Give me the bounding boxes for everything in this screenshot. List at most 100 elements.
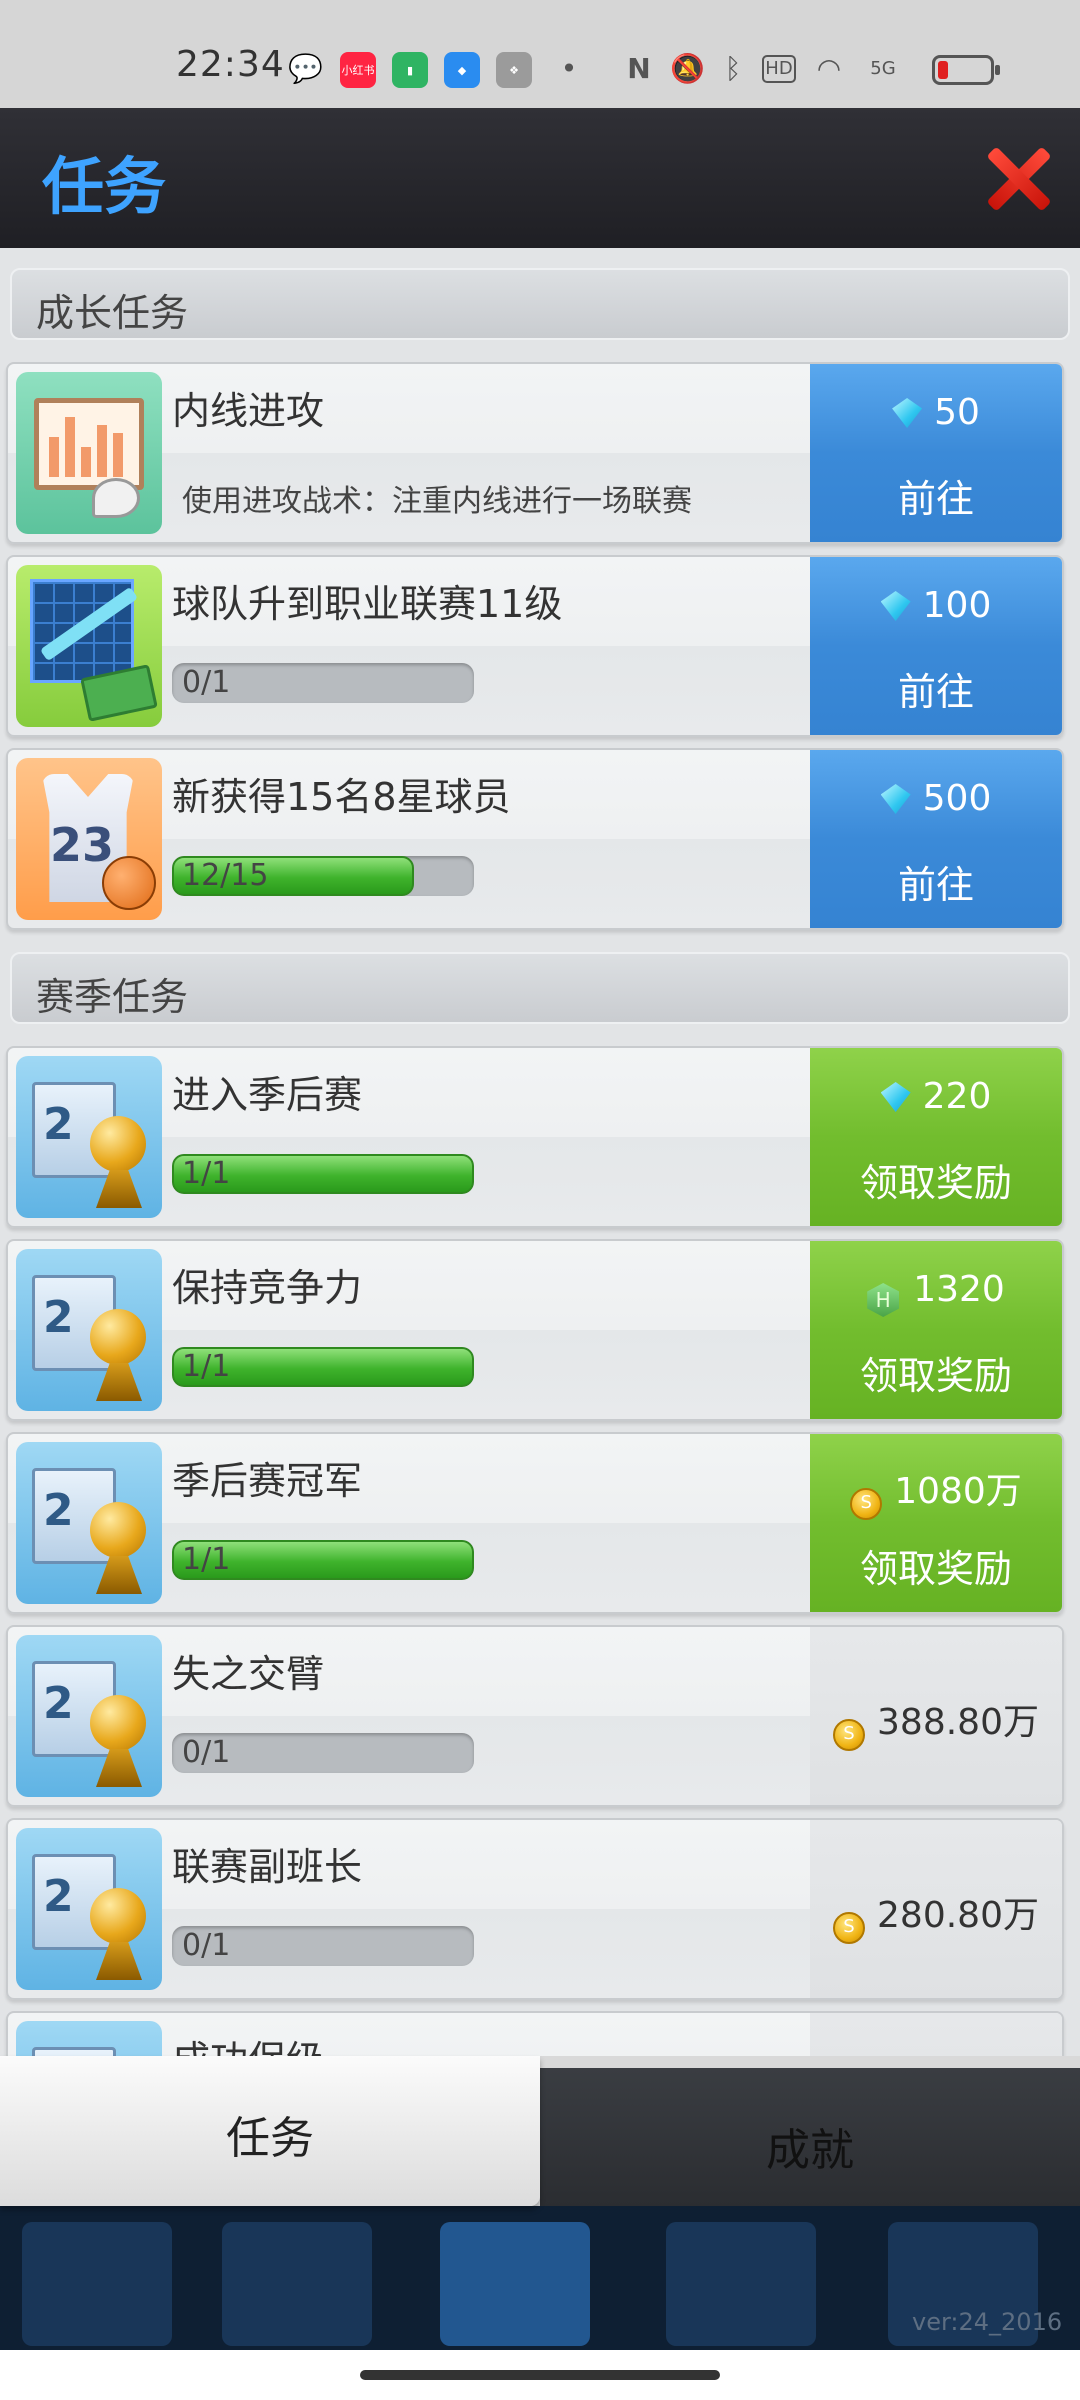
tab-tasks[interactable]: 任务 <box>0 2056 540 2206</box>
tab-achievements[interactable]: 成就 <box>540 2068 1080 2206</box>
status-time: 22:34 <box>176 44 285 85</box>
task-row: 2 成功保级 <box>6 2011 1064 2056</box>
task-title: 球队升到职业联赛11级 <box>172 582 563 626</box>
5g-signal-icon: 5G <box>870 58 896 79</box>
reward-button[interactable]: 500 前往 <box>810 750 1062 928</box>
close-x-icon[interactable] <box>982 144 1052 214</box>
version-label: ver:24_2016 <box>912 2308 1063 2336</box>
progress-bar: 12/15 <box>172 856 474 896</box>
coin-icon: S <box>833 1719 866 1751</box>
reward-amount-wrap: 50 <box>810 392 1062 433</box>
reward-amount: 1080万 <box>894 1471 1022 1512</box>
diamond-icon <box>892 398 923 428</box>
progress-bar: 1/1 <box>172 1347 474 1387</box>
progress-bar: 0/1 <box>172 663 474 703</box>
progress-bar: 1/1 <box>172 1540 474 1580</box>
task-row: 2 季后赛冠军 1/1 S 1080万 领取奖励 <box>6 1432 1064 1614</box>
trophy-icon: 2 <box>16 1056 162 1218</box>
reward-amount-wrap: 220 <box>810 1076 1062 1117</box>
reward-display: S 280.80万 <box>810 1820 1062 1998</box>
task-title: 新获得15名8星球员 <box>172 775 511 819</box>
progress-text: 0/1 <box>182 665 231 700</box>
tab-bar: 成就 任务 <box>0 2056 1080 2206</box>
trophy-icon: 2 <box>16 1249 162 1411</box>
section-title: 赛季任务 <box>36 975 189 1019</box>
claim-reward-button[interactable]: 220 领取奖励 <box>810 1048 1062 1226</box>
trophy-icon: 2 <box>16 2021 162 2056</box>
tactic-board-icon <box>16 372 162 534</box>
diamond-icon <box>880 1082 911 1112</box>
gesture-area <box>0 2350 1080 2400</box>
progress-text: 0/1 <box>182 1735 231 1770</box>
progress-bar: 0/1 <box>172 1926 474 1966</box>
claim-reward-button[interactable]: S 1080万 领取奖励 <box>810 1434 1062 1612</box>
nav-item <box>222 2222 372 2346</box>
progress-bar: 1/1 <box>172 1154 474 1194</box>
nav-item <box>666 2222 816 2346</box>
progress-text: 1/1 <box>182 1349 231 1384</box>
claim-button-label: 领取奖励 <box>859 1161 1012 1205</box>
reward-button[interactable]: 100 前往 <box>810 557 1062 735</box>
task-row: 2 失之交臂 0/1 S 388.80万 <box>6 1625 1064 1807</box>
xiaohongshu-icon: 小红书 <box>340 52 376 88</box>
reward-button[interactable]: 50 前往 <box>810 364 1062 542</box>
wechat-icon: 💬 <box>288 52 323 85</box>
task-row: 23 新获得15名8星球员 12/15 500 前往 <box>6 748 1064 930</box>
battery-icon <box>932 55 1000 85</box>
trophy-icon: 2 <box>16 1828 162 1990</box>
dialog-header: 任务 <box>0 108 1080 248</box>
game-app-icon: ❖ <box>496 52 532 88</box>
reward-amount-wrap: 500 <box>810 778 1062 819</box>
bluetooth-icon: ᛒ <box>724 52 742 85</box>
task-row: 2 联赛副班长 0/1 S 280.80万 <box>6 1818 1064 2000</box>
home-indicator[interactable] <box>360 2370 720 2380</box>
task-title: 内线进攻 <box>172 389 325 433</box>
claim-reward-button[interactable]: H 1320 领取奖励 <box>810 1241 1062 1419</box>
growth-chart-icon <box>16 565 162 727</box>
reward-amount-wrap: 100 <box>810 585 1062 626</box>
reward-amount: 500 <box>922 778 992 819</box>
wifi-icon: ◠ <box>816 52 842 85</box>
task-title: 联赛副班长 <box>172 1845 363 1889</box>
claim-button-label: 领取奖励 <box>859 1547 1012 1591</box>
progress-text: 0/1 <box>182 1928 231 1963</box>
reward-amount: 280.80万 <box>877 1895 1039 1936</box>
reward-amount-wrap: S 1080万 <box>810 1462 1062 1520</box>
reward-amount: 388.80万 <box>877 1702 1039 1743</box>
task-description: 使用进攻战术：注重内线进行一场联赛 <box>182 484 692 519</box>
progress-text: 1/1 <box>182 1156 231 1191</box>
progress-text: 1/1 <box>182 1542 231 1577</box>
mute-icon: 🔕 <box>670 52 705 85</box>
trophy-icon: 2 <box>16 1635 162 1797</box>
task-list[interactable]: 成长任务 内线进攻 使用进攻战术：注重内线进行一场联赛 50 前往 球队升到职业… <box>0 248 1080 2056</box>
trophy-icon: 2 <box>16 1442 162 1604</box>
go-button-label: 前往 <box>897 477 974 521</box>
reward-amount-wrap: S 388.80万 <box>810 1693 1062 1751</box>
blue-app-icon: ◆ <box>444 52 480 88</box>
game-nav-bar: ver:24_2016 <box>0 2206 1080 2350</box>
task-title: 保持竞争力 <box>172 1266 363 1310</box>
status-bar: 22:34 💬 小红书 ▮ ◆ ❖ • N 🔕 ᛒ HD ◠ 5G <box>0 0 1080 108</box>
nav-item <box>440 2222 590 2346</box>
tab-label: 任务 <box>226 2113 314 2164</box>
hd-icon: HD <box>762 55 796 83</box>
task-title: 进入季后赛 <box>172 1073 363 1117</box>
nfc-icon: N <box>627 52 651 85</box>
task-row: 内线进攻 使用进攻战术：注重内线进行一场联赛 50 前往 <box>6 362 1064 544</box>
diamond-icon <box>880 784 911 814</box>
task-row: 2 保持竞争力 1/1 H 1320 领取奖励 <box>6 1239 1064 1421</box>
tab-label: 成就 <box>766 2125 854 2176</box>
dot-icon: • <box>560 52 578 85</box>
go-button-label: 前往 <box>897 670 974 714</box>
task-title: 成功保级 <box>172 2029 324 2056</box>
task-title: 失之交臂 <box>172 1652 325 1696</box>
reward-display: S 388.80万 <box>810 1627 1062 1805</box>
coin-icon: S <box>833 1912 866 1944</box>
diamond-icon <box>880 591 911 621</box>
reward-display <box>810 2013 1062 2056</box>
reward-amount: 50 <box>934 392 980 433</box>
reward-amount: 220 <box>922 1076 992 1117</box>
progress-text: 12/15 <box>182 858 269 893</box>
nav-item <box>22 2222 172 2346</box>
claim-button-label: 领取奖励 <box>859 1354 1012 1398</box>
